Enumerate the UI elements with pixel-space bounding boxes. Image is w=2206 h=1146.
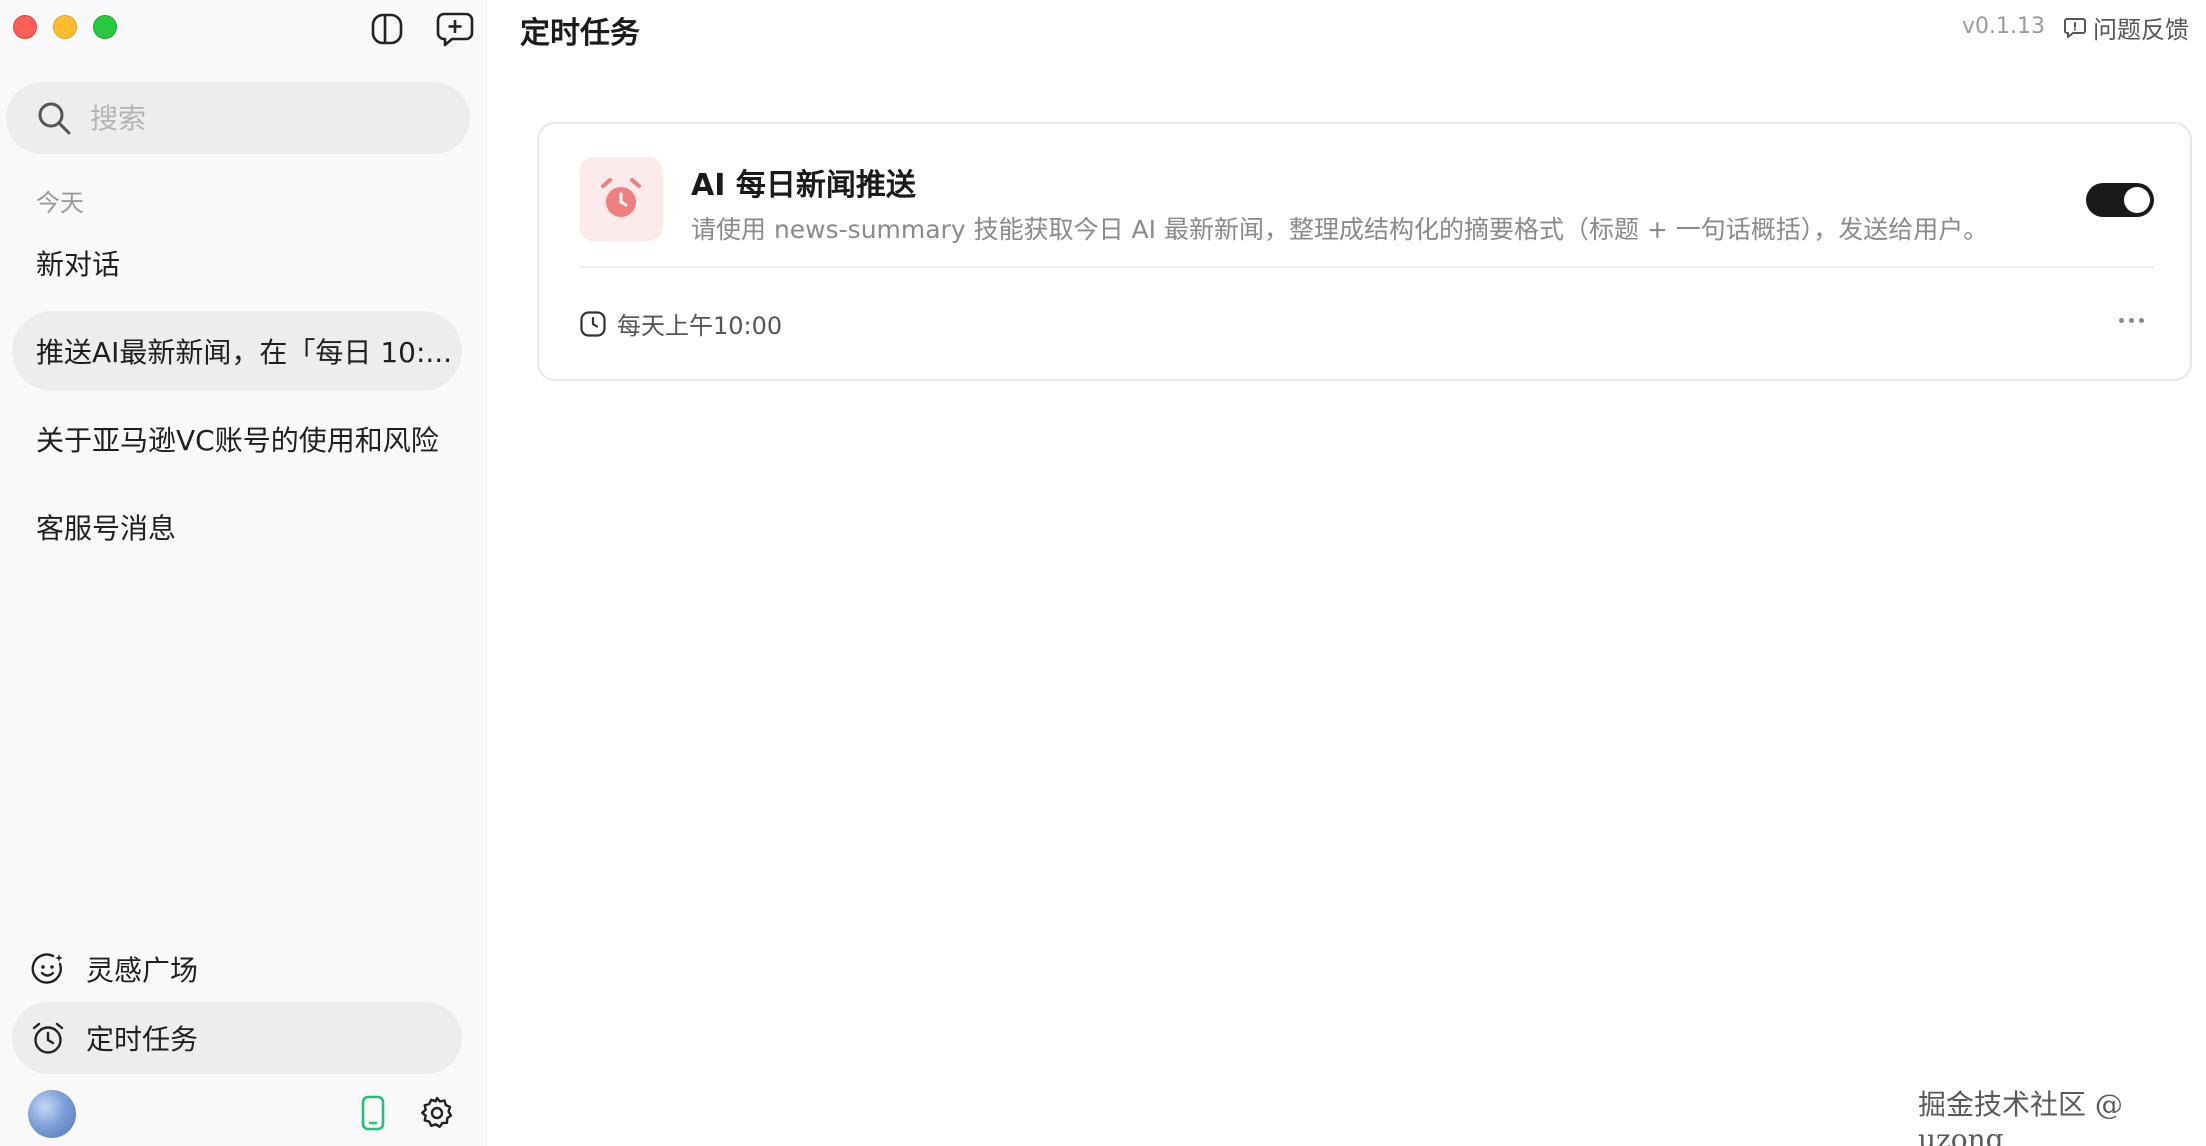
task-schedule-label: 每天上午10:00 xyxy=(617,312,783,340)
window-close-button[interactable] xyxy=(13,15,37,39)
toggle-knob xyxy=(2124,187,2150,213)
feedback-button[interactable]: 问题反馈 xyxy=(2063,10,2189,45)
clock-icon xyxy=(580,310,606,337)
feedback-label: 问题反馈 xyxy=(2093,16,2189,44)
card-divider xyxy=(579,266,2154,268)
conversation-item[interactable]: 客服号消息 xyxy=(12,487,462,567)
version-label: v0.1.13 xyxy=(1962,14,2045,39)
conversation-item[interactable]: 关于亚马逊VC账号的使用和风险 xyxy=(12,399,462,479)
search-icon xyxy=(38,102,71,135)
task-alarm-icon xyxy=(579,157,663,241)
task-enable-toggle[interactable] xyxy=(2086,183,2154,217)
task-schedule: 每天上午10:00 xyxy=(579,306,782,341)
window-controls xyxy=(13,15,117,39)
nav-item-label: 灵感广场 xyxy=(86,954,199,987)
feedback-icon xyxy=(2064,17,2086,38)
page-title: 定时任务 xyxy=(520,16,640,51)
nav-item-scheduled-tasks[interactable]: 定时任务 xyxy=(12,1002,462,1074)
conversation-item[interactable]: 新对话 xyxy=(12,223,462,303)
phone-icon[interactable] xyxy=(352,1092,394,1134)
search-bar[interactable] xyxy=(6,82,470,154)
settings-gear-icon[interactable] xyxy=(416,1092,458,1134)
conversation-label: 新对话 xyxy=(36,248,121,281)
conversation-label: 关于亚马逊VC账号的使用和风险 xyxy=(36,424,439,457)
alarm-clock-icon xyxy=(30,1020,66,1056)
sidebar-toggle-icon[interactable] xyxy=(366,8,408,50)
window-maximize-button[interactable] xyxy=(93,15,117,39)
nav-item-inspiration[interactable]: 灵感广场 xyxy=(12,933,462,1005)
task-description: 请使用 news-summary 技能获取今日 AI 最新新闻，整理成结构化的摘… xyxy=(691,215,1989,244)
conversation-label: 客服号消息 xyxy=(36,512,177,545)
watermark: 掘金技术社区 @ uzong xyxy=(1918,1088,2123,1146)
nav-item-label: 定时任务 xyxy=(86,1023,199,1056)
sidebar: 今天 新对话 推送AI最新新闻，在「每日 10:... 关于亚马逊VC账号的使用… xyxy=(0,0,487,1146)
search-input[interactable] xyxy=(90,101,450,135)
conversation-item-active[interactable]: 推送AI最新新闻，在「每日 10:... xyxy=(12,311,462,391)
conversation-label: 推送AI最新新闻，在「每日 10:... xyxy=(36,336,453,369)
section-label-today: 今天 xyxy=(36,189,84,217)
inspiration-smiley-icon xyxy=(30,951,66,987)
avatar[interactable] xyxy=(28,1090,76,1138)
more-options-icon[interactable] xyxy=(2109,302,2153,338)
new-chat-icon[interactable] xyxy=(434,8,476,50)
task-title: AI 每日新闻推送 xyxy=(691,168,916,203)
task-card: AI 每日新闻推送 请使用 news-summary 技能获取今日 AI 最新新… xyxy=(537,122,2192,381)
window-minimize-button[interactable] xyxy=(53,15,77,39)
